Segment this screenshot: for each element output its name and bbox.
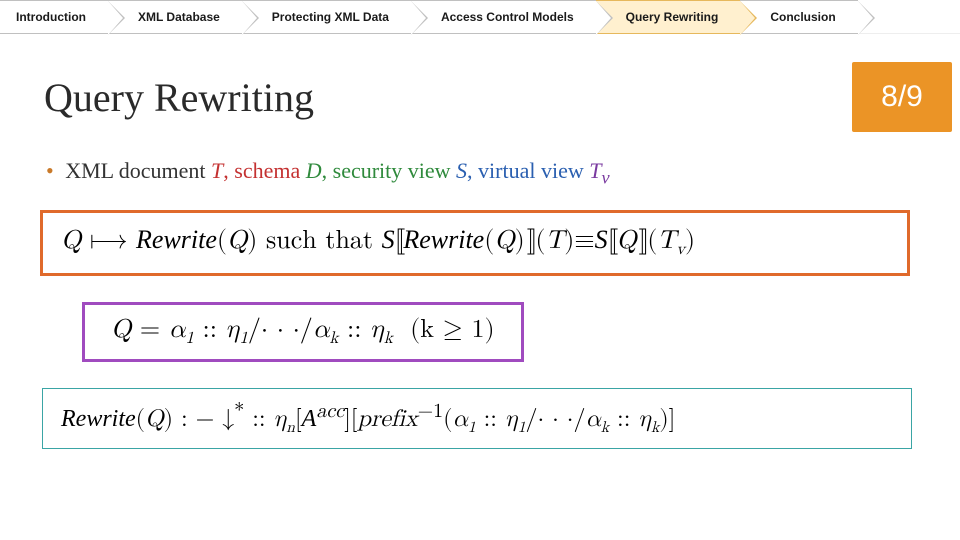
nav-introduction[interactable]: Introduction — [0, 0, 108, 34]
bullet-text-2: , schema — [223, 158, 305, 183]
bullet-text-4: , virtual view — [467, 158, 589, 183]
nav-query-rewriting[interactable]: Query Rewriting — [596, 0, 741, 34]
page-total: 9 — [906, 80, 923, 114]
formula-rewrite-def: Rewrite(Q) : − ↓* :: ηn[Aacc][prefix−1(α… — [42, 388, 912, 449]
nav-conclusion[interactable]: Conclusion — [740, 0, 857, 34]
nav-protecting-xml-data[interactable]: Protecting XML Data — [242, 0, 411, 34]
bullet-icon: • — [46, 158, 54, 183]
page-current: 8 — [881, 80, 898, 114]
nav-label: Conclusion — [770, 10, 835, 24]
formula-query-shape: Q = α1 :: η1/· · ·/αk :: ηk (k ≥ 1) — [82, 302, 524, 362]
bullet-line: • XML document T, schema D, security vie… — [40, 158, 920, 188]
nav-access-control-models[interactable]: Access Control Models — [411, 0, 596, 34]
var-D: D — [306, 158, 322, 183]
nav-label: XML Database — [138, 10, 220, 24]
var-Tv: Tv — [589, 158, 609, 183]
bullet-text-3: , security view — [322, 158, 456, 183]
var-S: S — [456, 158, 467, 183]
title-row: Query Rewriting 8/9 — [0, 62, 960, 132]
page-title: Query Rewriting — [0, 74, 314, 121]
nav-label: Protecting XML Data — [272, 10, 389, 24]
slide-body: • XML document T, schema D, security vie… — [0, 132, 960, 449]
nav-label: Query Rewriting — [626, 10, 719, 24]
bullet-text-1: XML document — [65, 158, 211, 183]
nav-label: Access Control Models — [441, 10, 574, 24]
var-T: T — [211, 158, 223, 183]
formula-rewrite-semantics: Q ⟼ Rewrite(Q) such that S⟦Rewrite(Q)⟧(T… — [40, 210, 910, 275]
nav-xml-database[interactable]: XML Database — [108, 0, 242, 34]
nav-label: Introduction — [16, 10, 86, 24]
breadcrumb-nav: Introduction XML Database Protecting XML… — [0, 0, 960, 34]
page-number-box: 8/9 — [852, 62, 952, 132]
